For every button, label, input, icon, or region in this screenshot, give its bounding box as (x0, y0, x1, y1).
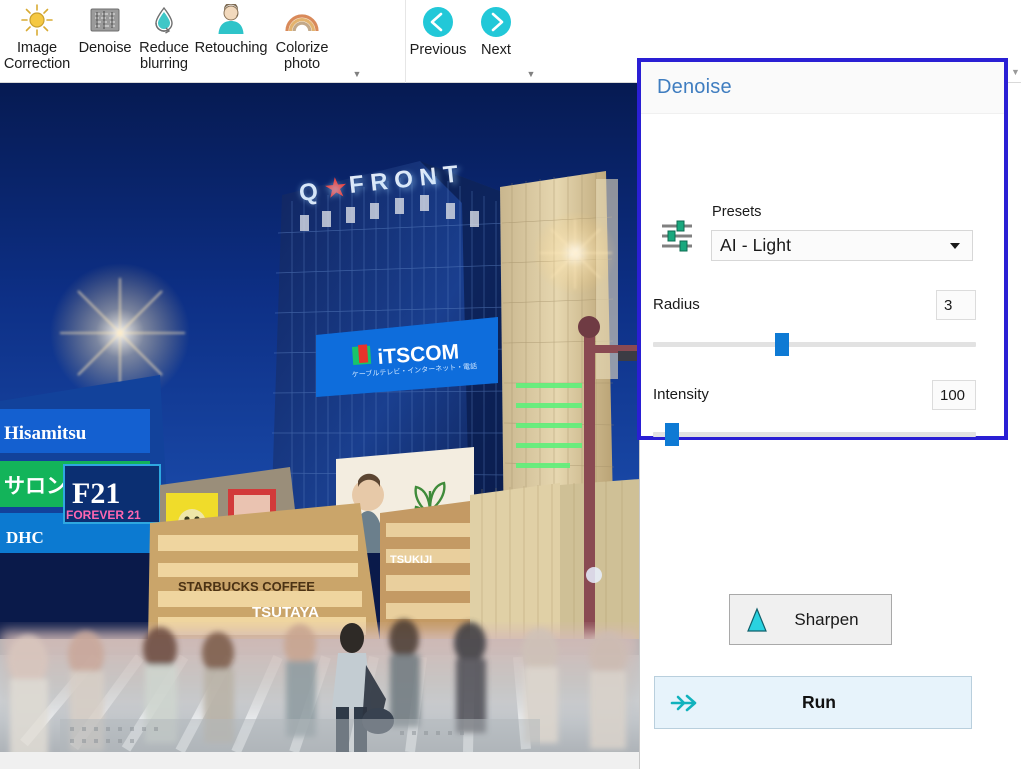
presets-label: Presets (712, 204, 761, 220)
tool-group-expander[interactable]: ▼ (350, 70, 364, 78)
double-arrow-right-icon (655, 691, 717, 715)
svg-text:FOREVER 21: FOREVER 21 (66, 508, 141, 522)
nav-next-label: Next (481, 42, 511, 58)
canvas-bottom-strip (0, 752, 640, 769)
nav-next-button[interactable]: Next (468, 2, 524, 58)
denoise-panel-header: Denoise (641, 62, 1004, 114)
sliders-icon (660, 219, 694, 258)
sharpen-button[interactable]: Sharpen (729, 594, 892, 645)
svg-text:DHC: DHC (6, 528, 44, 547)
tool-reduce-blurring[interactable]: Reduce blurring (127, 2, 201, 72)
shibuya-crossing-night-photo: Q ★ F R O N T Q ★ F R O N T iTSCOM ケーブルテ… (0, 83, 639, 752)
nav-previous-label: Previous (410, 42, 467, 58)
tool-image-correction[interactable]: Image Correction (0, 2, 74, 72)
rainbow-icon (282, 2, 322, 38)
radius-label: Radius (653, 296, 700, 313)
tool-group-navigation: Previous Next ▼ (405, 0, 535, 83)
triangle-up-icon (730, 606, 784, 634)
panel-title: Denoise (657, 76, 732, 99)
sharpen-label: Sharpen (784, 610, 891, 630)
run-button[interactable]: Run (654, 676, 972, 729)
tool-label: Denoise (79, 40, 132, 56)
radius-value-input[interactable]: 3 (936, 290, 976, 320)
tool-retouching[interactable]: Retouching (194, 2, 268, 56)
water-drop-icon (144, 2, 184, 38)
denoise-panel: Denoise Presets AI - Light (637, 58, 1008, 440)
chevron-left-circle-icon (420, 2, 456, 42)
tool-label: Image Correction (4, 40, 70, 72)
intensity-label: Intensity (653, 386, 709, 403)
intensity-slider[interactable] (653, 432, 976, 437)
svg-text:STARBUCKS COFFEE: STARBUCKS COFFEE (178, 579, 315, 594)
noise-grid-icon (85, 2, 125, 38)
chevron-down-icon (950, 243, 960, 249)
tool-label: Colorize photo (276, 40, 329, 72)
panel-expander-arrow[interactable]: ▼ (1011, 68, 1020, 76)
nav-group-expander[interactable]: ▼ (524, 70, 538, 78)
photo-canvas[interactable]: Q ★ F R O N T Q ★ F R O N T iTSCOM ケーブルテ… (0, 83, 640, 752)
svg-text:Hisamitsu: Hisamitsu (4, 423, 87, 444)
svg-text:TSUTAYA: TSUTAYA (252, 604, 319, 621)
radius-slider[interactable] (653, 342, 976, 347)
tool-label: Retouching (195, 40, 268, 56)
sun-icon (17, 2, 57, 38)
svg-text:TSUKIJI: TSUKIJI (390, 554, 432, 566)
tool-label: Reduce blurring (139, 40, 189, 72)
app-window: Image Correction (0, 0, 1021, 769)
person-icon (211, 2, 251, 38)
presets-dropdown[interactable]: AI - Light (711, 230, 973, 261)
tool-colorize-photo[interactable]: Colorize photo (265, 2, 339, 72)
tool-group-editing: Image Correction (0, 0, 340, 83)
denoise-panel-body: Presets AI - Light Radius 3 Intensity 10… (641, 114, 1004, 436)
svg-text:F21: F21 (72, 477, 120, 510)
run-label: Run (717, 692, 971, 713)
intensity-slider-thumb[interactable] (665, 423, 679, 446)
radius-slider-thumb[interactable] (775, 333, 789, 356)
intensity-value-input[interactable]: 100 (932, 380, 976, 410)
nav-previous-button[interactable]: Previous (410, 2, 466, 58)
chevron-right-circle-icon (478, 2, 514, 42)
presets-selected-value: AI - Light (712, 235, 950, 256)
